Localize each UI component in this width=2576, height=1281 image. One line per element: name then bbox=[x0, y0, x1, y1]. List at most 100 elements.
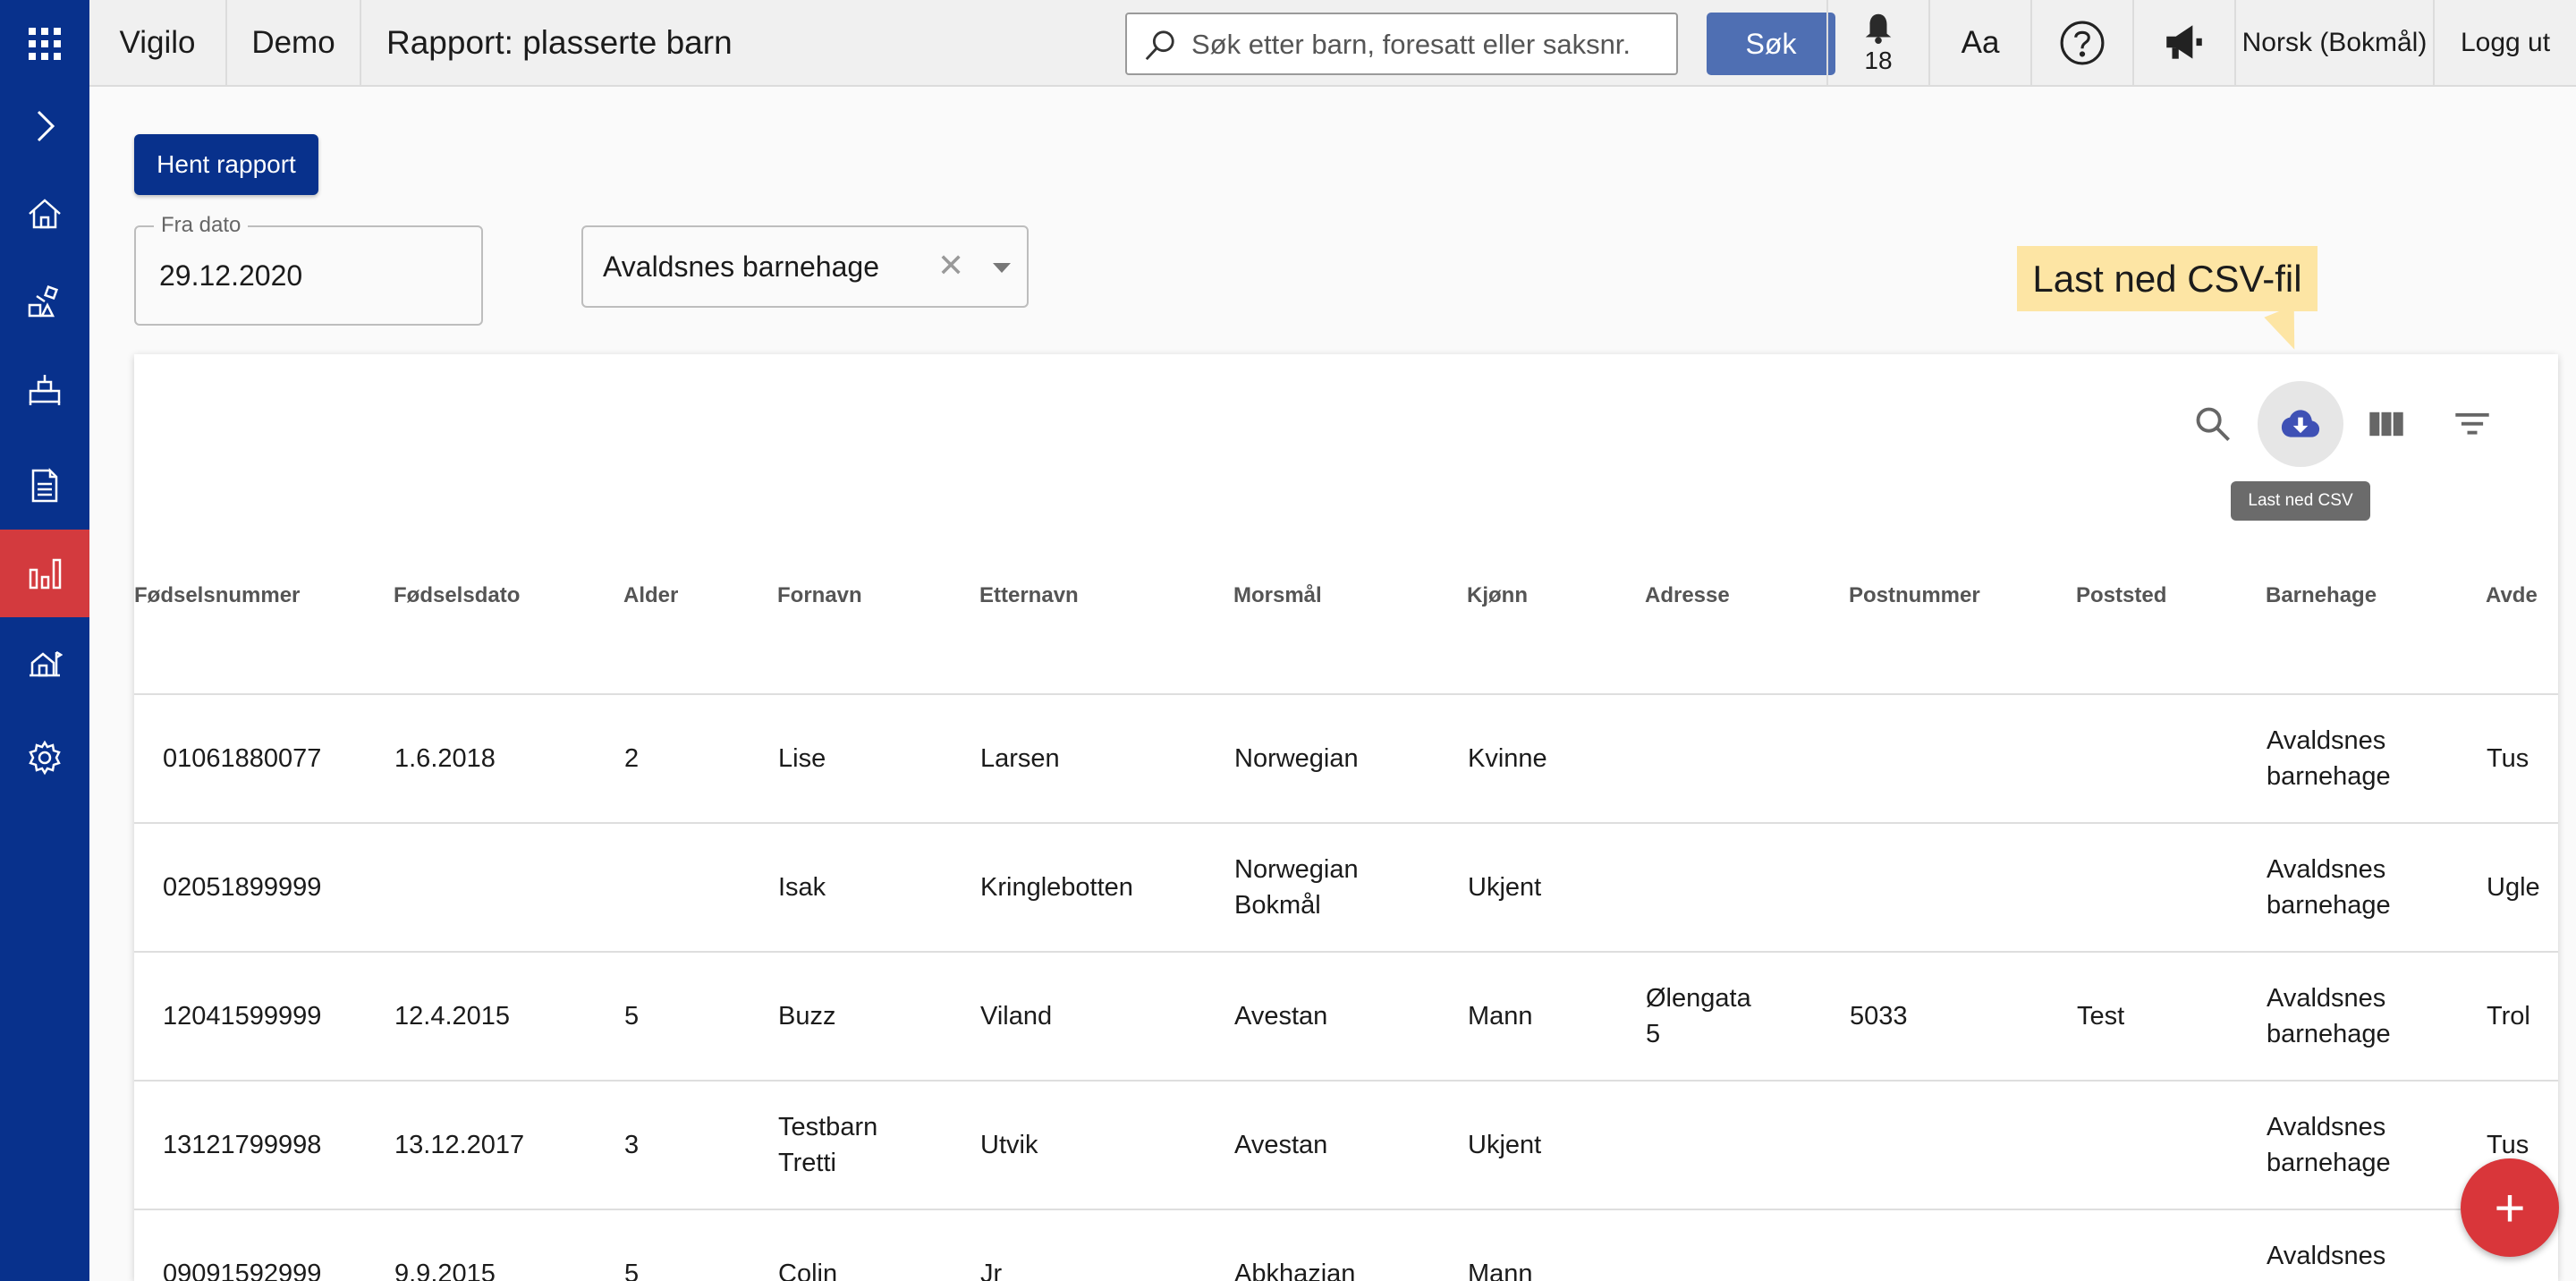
organization-name[interactable]: Demo bbox=[227, 0, 361, 85]
expand-sidebar-button[interactable] bbox=[0, 82, 89, 170]
column-header[interactable]: Kjønn bbox=[1467, 497, 1645, 695]
table-cell: Norwegian Bokmål bbox=[1233, 823, 1467, 953]
search-icon bbox=[2196, 407, 2230, 441]
announcements-button[interactable] bbox=[2134, 0, 2236, 85]
table-cell bbox=[2076, 1081, 2266, 1210]
table-header-row: Fødselsnummer Fødselsdato Alder Fornavn … bbox=[134, 497, 2558, 695]
table-row[interactable]: 09091592999 9.9.2015 5 Colin Jr Abkhazia… bbox=[134, 1209, 2558, 1281]
add-button[interactable]: + bbox=[2461, 1158, 2559, 1257]
table-row[interactable]: 13121799998 13.12.2017 3 Testbarn Tretti… bbox=[134, 1081, 2558, 1210]
table-cell: 13121799998 bbox=[134, 1081, 394, 1210]
table-cell: Colin bbox=[777, 1209, 979, 1281]
table-cell: 5 bbox=[623, 1209, 777, 1281]
callout-pointer bbox=[2264, 305, 2309, 356]
language-selector[interactable]: Norsk (Bokmål) bbox=[2236, 0, 2435, 85]
column-header[interactable]: Fødselsnummer bbox=[134, 497, 394, 695]
apps-icon bbox=[29, 28, 61, 60]
clear-selection-icon[interactable]: ✕ bbox=[937, 247, 964, 284]
dropdown-arrow-icon[interactable] bbox=[993, 263, 1011, 273]
sidebar-item-rest[interactable] bbox=[0, 345, 89, 433]
table-cell: Utvik bbox=[979, 1081, 1233, 1210]
table-cell: Ølengata 5 bbox=[1645, 952, 1849, 1082]
search-button[interactable]: Søk bbox=[1707, 13, 1835, 75]
column-header[interactable]: Poststed bbox=[2076, 497, 2266, 695]
sidebar-item-documents[interactable] bbox=[0, 442, 89, 530]
table-cell: 09091592999 bbox=[134, 1209, 394, 1281]
column-header[interactable]: Barnehage bbox=[2266, 497, 2486, 695]
apps-menu-button[interactable] bbox=[0, 0, 89, 88]
search-icon bbox=[1145, 30, 1174, 61]
column-header[interactable]: Morsmål bbox=[1233, 497, 1467, 695]
table-cell: Isak bbox=[777, 823, 979, 953]
home-icon bbox=[29, 199, 61, 229]
notification-count: 18 bbox=[1864, 46, 1893, 74]
table-cell bbox=[1849, 1081, 2076, 1210]
column-header[interactable]: Avde bbox=[2486, 497, 2558, 695]
kindergarten-select[interactable]: Avaldsnes barnehage ✕ bbox=[581, 225, 1029, 308]
app-name[interactable]: Vigilo bbox=[89, 0, 227, 85]
table-cell: Avaldsnes barnehage bbox=[2266, 952, 2486, 1082]
sidebar-item-home[interactable] bbox=[0, 170, 89, 258]
table-cell: 2 bbox=[623, 694, 777, 824]
filter-button[interactable] bbox=[2429, 381, 2515, 467]
table-search-button[interactable] bbox=[2170, 381, 2256, 467]
sidebar-item-settings[interactable] bbox=[0, 714, 89, 802]
table-cell: Ukjent bbox=[1467, 823, 1645, 953]
megaphone-icon bbox=[2166, 24, 2202, 59]
document-icon bbox=[31, 468, 58, 503]
search-input[interactable] bbox=[1190, 14, 1667, 75]
report-table: Fødselsnummer Fødselsdato Alder Fornavn … bbox=[134, 497, 2558, 1281]
csv-callout: Last ned CSV-fil bbox=[2017, 246, 2318, 311]
sidebar-item-blocks[interactable] bbox=[0, 258, 89, 345]
table-cell: Norwegian bbox=[1233, 694, 1467, 824]
table-cell: 12041599999 bbox=[134, 952, 394, 1082]
table-cell: 01061880077 bbox=[134, 694, 394, 824]
gear-icon bbox=[29, 740, 61, 776]
cloud-download-icon bbox=[2281, 410, 2320, 437]
table-cell: 5 bbox=[623, 952, 777, 1082]
sidebar-item-kindergarten[interactable] bbox=[0, 617, 89, 705]
download-csv-button[interactable] bbox=[2258, 381, 2343, 467]
school-icon bbox=[30, 650, 63, 677]
sidebar bbox=[0, 0, 89, 1281]
view-columns-button[interactable] bbox=[2343, 381, 2429, 467]
column-header[interactable]: Etternavn bbox=[979, 497, 1233, 695]
bed-icon bbox=[29, 375, 61, 405]
table-cell: 13.12.2017 bbox=[394, 1081, 623, 1210]
table-cell: 1.6.2018 bbox=[394, 694, 623, 824]
table-cell: Avestan bbox=[1233, 1081, 1467, 1210]
help-button[interactable] bbox=[2032, 0, 2134, 85]
table-cell: Avaldsnes barnehage bbox=[2266, 823, 2486, 953]
chevron-right-icon bbox=[37, 110, 55, 142]
table-cell bbox=[394, 823, 623, 953]
top-bar: Vigilo Demo Rapport: plasserte barn Søk … bbox=[89, 0, 2576, 87]
blocks-icon bbox=[28, 284, 59, 318]
table-cell: Larsen bbox=[979, 694, 1233, 824]
table-cell: Tus bbox=[2486, 694, 2558, 824]
column-header[interactable]: Fornavn bbox=[777, 497, 979, 695]
table-cell: Avaldsnes barnehage bbox=[2266, 1081, 2486, 1210]
column-header[interactable]: Adresse bbox=[1645, 497, 1849, 695]
table-cell: Avaldsnes barnehage bbox=[2266, 694, 2486, 824]
fetch-report-button[interactable]: Hent rapport bbox=[134, 134, 318, 195]
column-header[interactable]: Fødselsdato bbox=[394, 497, 623, 695]
column-header[interactable]: Postnummer bbox=[1849, 497, 2076, 695]
notifications-button[interactable]: 18 bbox=[1828, 0, 1930, 85]
table-cell: Test bbox=[2076, 952, 2266, 1082]
font-size-button[interactable]: Aa bbox=[1930, 0, 2032, 85]
table-row[interactable]: 12041599999 12.4.2015 5 Buzz Viland Aves… bbox=[134, 952, 2558, 1082]
table-row[interactable]: 01061880077 1.6.2018 2 Lise Larsen Norwe… bbox=[134, 694, 2558, 824]
table-cell: 12.4.2015 bbox=[394, 952, 623, 1082]
from-date-value: 29.12.2020 bbox=[159, 259, 303, 292]
bar-chart-icon bbox=[29, 558, 62, 590]
search-box bbox=[1125, 13, 1678, 75]
sidebar-item-reports[interactable] bbox=[0, 530, 89, 617]
table-cell: Kvinne bbox=[1467, 694, 1645, 824]
table-row[interactable]: 02051899999 Isak Kringlebotten Norwegian… bbox=[134, 823, 2558, 953]
from-date-field[interactable]: Fra dato 29.12.2020 bbox=[134, 213, 483, 326]
bell-icon bbox=[1865, 13, 1892, 44]
column-header[interactable]: Alder bbox=[623, 497, 777, 695]
table-cell bbox=[1645, 823, 1849, 953]
table-cell: Lise bbox=[777, 694, 979, 824]
logout-button[interactable]: Logg ut bbox=[2435, 0, 2576, 85]
